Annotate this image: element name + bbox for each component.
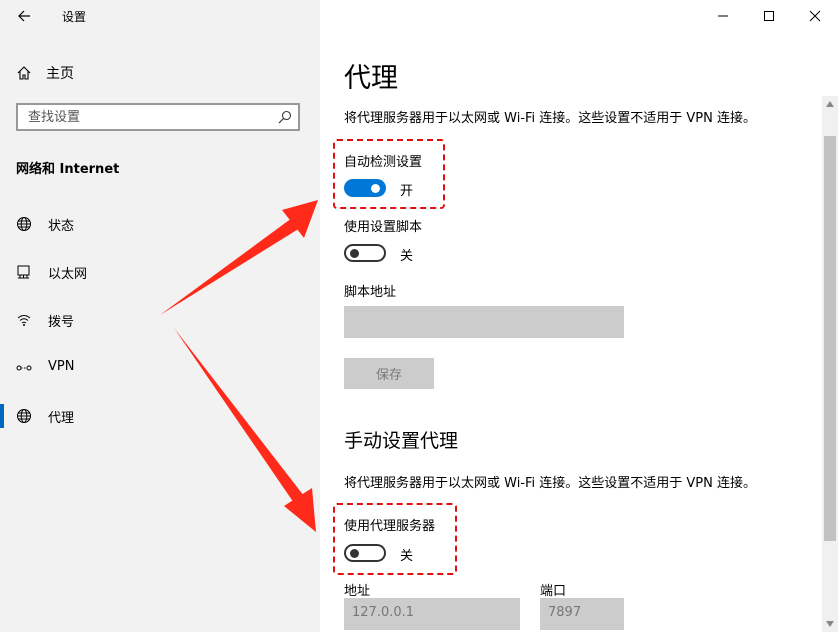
scroll-up-button[interactable] — [822, 96, 838, 112]
minimize-button[interactable] — [700, 0, 746, 32]
search-box[interactable] — [16, 103, 300, 131]
script-address-label: 脚本地址 — [344, 285, 397, 300]
maximize-button[interactable] — [746, 0, 792, 32]
globe-status-icon — [17, 217, 31, 231]
search-input[interactable] — [18, 105, 268, 129]
home-icon — [17, 66, 31, 80]
maximize-icon — [764, 11, 774, 21]
search-icon[interactable] — [278, 110, 292, 124]
manual-proxy-title: 手动设置代理 — [344, 430, 459, 452]
use-script-toggle[interactable] — [344, 244, 386, 262]
dialup-icon — [17, 315, 31, 326]
address-label: 地址 — [344, 584, 371, 599]
minimize-icon — [718, 15, 728, 17]
section-title: 网络和 Internet — [16, 162, 120, 177]
sidebar-item-status[interactable]: 状态 — [0, 204, 320, 244]
sidebar-item-dialup[interactable]: 拨号 — [0, 300, 320, 340]
back-button[interactable] — [8, 0, 40, 32]
sidebar-item-label: 以太网 — [48, 267, 88, 282]
window-title: 设置 — [62, 10, 87, 24]
manual-proxy-description: 将代理服务器用于以太网或 Wi-Fi 连接。这些设置不适用于 VPN 连接。 — [344, 476, 757, 491]
use-script-state: 关 — [400, 249, 414, 264]
sidebar: 设置 主页 网络和 Internet 状态 以太网 — [0, 0, 320, 632]
vpn-icon — [16, 365, 32, 371]
main-content: 代理 将代理服务器用于以太网或 Wi-Fi 连接。这些设置不适用于 VPN 连接… — [320, 0, 838, 632]
chevron-up-icon — [826, 101, 834, 107]
script-address-field[interactable] — [344, 306, 624, 338]
page-title: 代理 — [344, 63, 398, 94]
annotation-box-use-proxy — [333, 503, 457, 575]
address-value: 127.0.0.1 — [352, 605, 415, 620]
scroll-thumb[interactable] — [824, 136, 836, 541]
sidebar-item-proxy[interactable]: 代理 — [0, 396, 320, 436]
sidebar-home[interactable]: 主页 — [16, 62, 74, 84]
globe-icon — [17, 409, 31, 423]
port-field[interactable]: 7897 — [540, 598, 624, 630]
auto-proxy-description: 将代理服务器用于以太网或 Wi-Fi 连接。这些设置不适用于 VPN 连接。 — [344, 111, 757, 126]
ethernet-icon — [17, 265, 30, 279]
port-label: 端口 — [540, 584, 567, 599]
toggle-knob — [350, 249, 359, 258]
scrollbar[interactable] — [822, 96, 838, 632]
close-button[interactable] — [792, 0, 838, 32]
annotation-box-auto-detect — [333, 139, 445, 209]
sidebar-item-ethernet[interactable]: 以太网 — [0, 252, 320, 292]
port-value: 7897 — [548, 605, 582, 620]
scroll-down-button[interactable] — [822, 616, 838, 632]
sidebar-item-label: 拨号 — [48, 315, 75, 330]
address-field[interactable]: 127.0.0.1 — [344, 598, 520, 630]
close-icon — [809, 10, 821, 22]
sidebar-item-label: VPN — [48, 359, 75, 374]
selection-indicator — [0, 404, 4, 428]
back-arrow-icon — [18, 10, 30, 22]
sidebar-item-label: 代理 — [48, 411, 75, 426]
sidebar-home-label: 主页 — [46, 66, 74, 82]
chevron-down-icon — [826, 621, 834, 627]
sidebar-item-label: 状态 — [48, 219, 75, 234]
sidebar-item-vpn[interactable]: VPN — [0, 348, 320, 388]
save-button[interactable]: 保存 — [344, 358, 434, 389]
use-script-label: 使用设置脚本 — [344, 220, 423, 235]
